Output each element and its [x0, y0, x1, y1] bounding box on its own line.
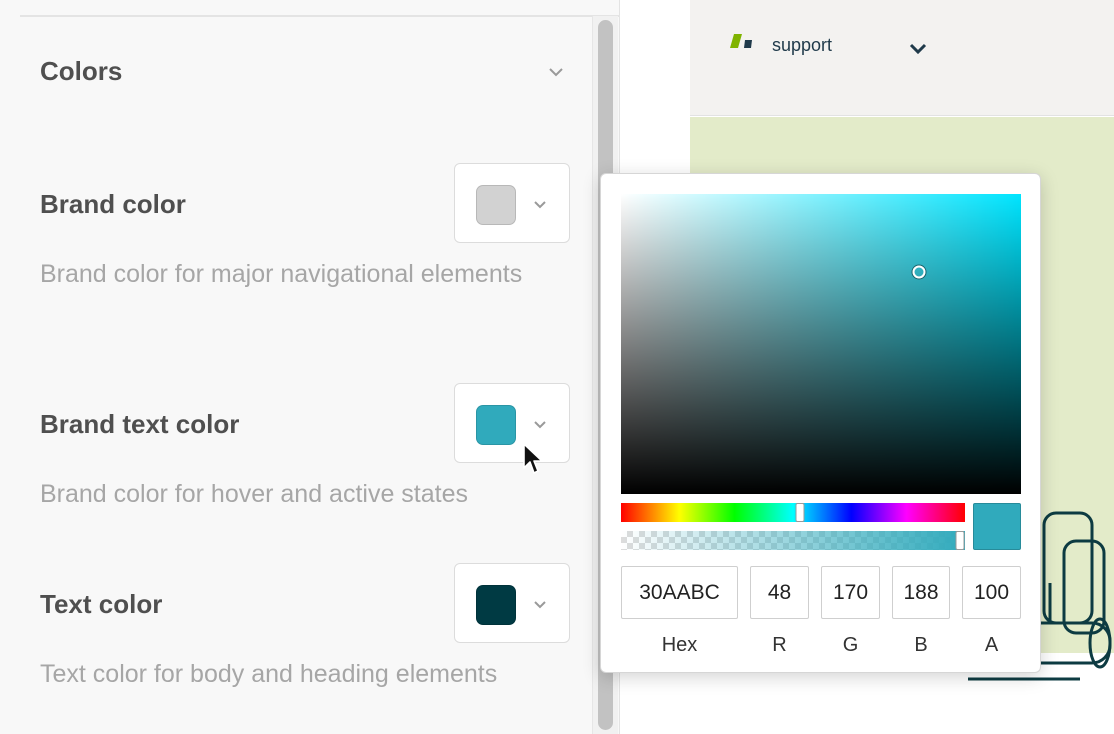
hue-slider-handle[interactable] [795, 503, 805, 522]
hue-slider[interactable] [621, 503, 965, 522]
text-color-picker-button[interactable] [454, 563, 570, 643]
color-picker-popover: Hex R G B A [600, 173, 1041, 673]
saturation-value-handle[interactable] [912, 265, 926, 279]
alpha-gradient [621, 531, 965, 550]
brand-text-color-description: Brand color for hover and active states [40, 480, 469, 508]
blue-label: B [914, 634, 928, 656]
text-color-description: Text color for body and heading elements [40, 660, 498, 688]
settings-panel: Colors Brand color Brand color for major… [0, 0, 620, 734]
green-label: G [842, 634, 859, 656]
text-color-label: Text color [40, 589, 163, 619]
value-gradient [621, 194, 1021, 494]
brand-text-color-label: Brand text color [40, 409, 240, 439]
alpha-slider[interactable] [621, 531, 965, 550]
brand-color-swatch [476, 185, 516, 225]
brand-text-color-picker-button[interactable] [454, 383, 570, 463]
chevron-down-icon[interactable] [546, 62, 566, 82]
preview-header: support [690, 0, 1114, 116]
chevron-down-icon [534, 421, 546, 429]
brand-name[interactable]: support [772, 35, 832, 56]
alpha-input[interactable] [962, 566, 1021, 619]
alpha-slider-handle[interactable] [955, 531, 965, 550]
section-title: Colors [40, 56, 123, 86]
green-input[interactable] [821, 566, 880, 619]
hex-input[interactable] [621, 566, 738, 619]
brand-color-label: Brand color [40, 189, 186, 219]
support-logo-icon [730, 34, 752, 48]
red-input[interactable] [750, 566, 809, 619]
alpha-label: A [984, 634, 999, 656]
text-color-swatch [476, 585, 516, 625]
chevron-down-icon [534, 601, 546, 609]
mouse-pointer-icon [523, 443, 543, 474]
chevron-down-icon [534, 201, 546, 209]
red-label: R [772, 634, 787, 656]
chevron-down-icon[interactable] [908, 42, 928, 56]
hex-label: Hex [661, 634, 698, 656]
brand-color-description: Brand color for major navigational eleme… [40, 260, 523, 288]
panel-divider [20, 15, 620, 17]
blue-input[interactable] [892, 566, 950, 619]
saturation-value-area[interactable] [621, 194, 1021, 494]
selected-color-preview [973, 503, 1021, 550]
brand-text-color-swatch [476, 405, 516, 445]
brand-color-picker-button[interactable] [454, 163, 570, 243]
